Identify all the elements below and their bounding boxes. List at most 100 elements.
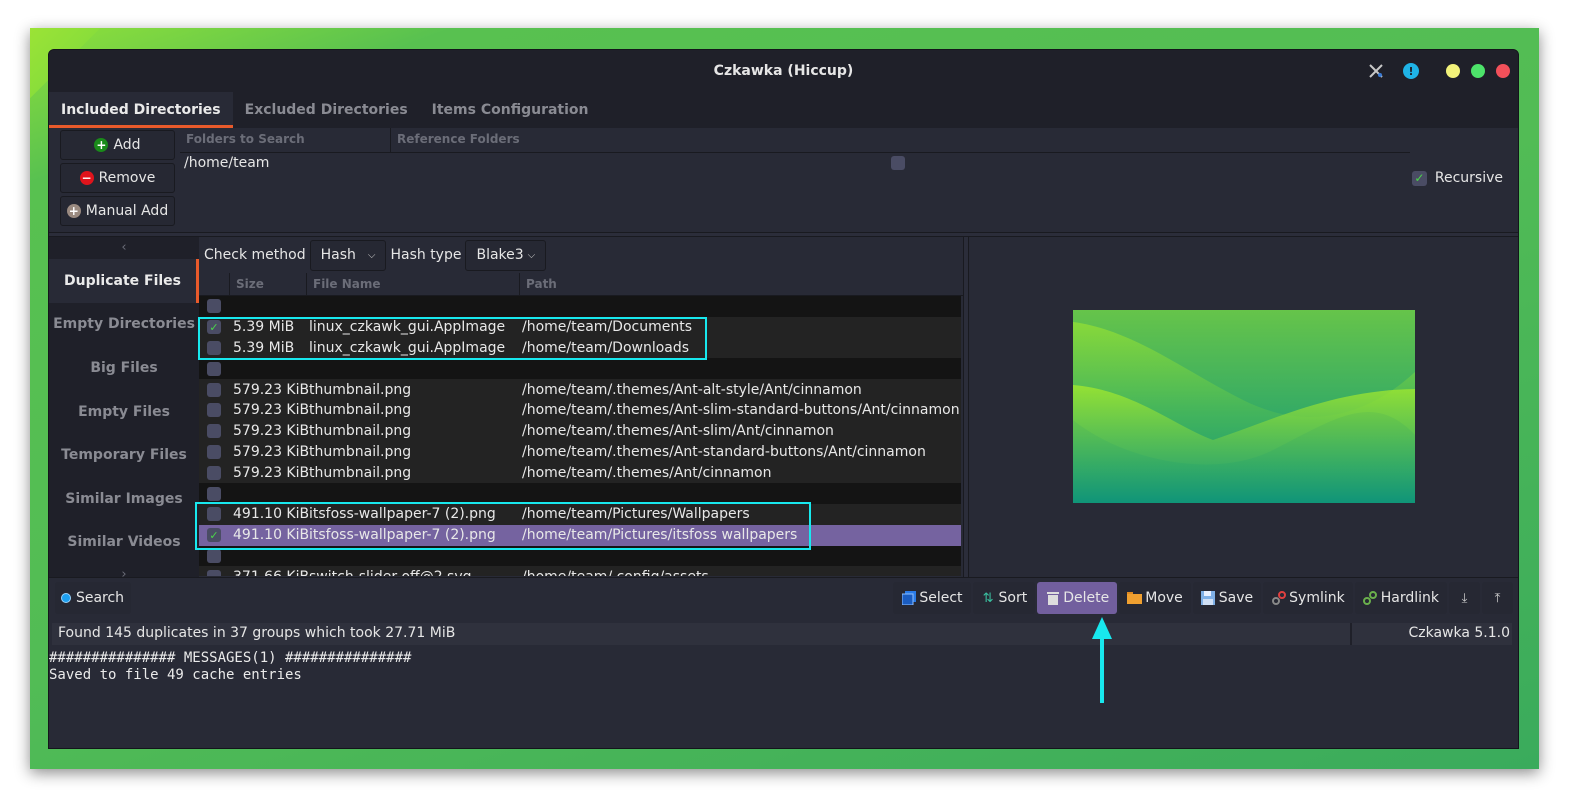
column-select[interactable] (199, 273, 229, 295)
recursive-label: Recursive (1434, 170, 1503, 186)
message-line: Saved to file 49 cache entries (49, 667, 302, 683)
sort-button[interactable]: ⇅ Sort (972, 582, 1036, 614)
tab-items-configuration[interactable]: Items Configuration (420, 92, 601, 128)
select-icon (901, 591, 916, 606)
show-upper-panel-button[interactable]: ⤒ (1482, 582, 1513, 614)
row-checkbox[interactable] (207, 486, 221, 501)
settings-icon[interactable] (1367, 62, 1385, 80)
manual-add-button[interactable]: + Manual Add (60, 196, 175, 226)
row-checkbox[interactable] (207, 299, 221, 314)
hash-type-label: Hash type (390, 247, 462, 263)
check-method-label: Check method (204, 247, 306, 263)
row-checkbox[interactable] (207, 444, 221, 459)
row-checkbox[interactable] (207, 424, 221, 439)
delete-button[interactable]: Delete (1037, 582, 1118, 614)
select-button[interactable]: Select (893, 582, 971, 614)
row-checkbox[interactable] (207, 569, 221, 576)
trash-icon (1045, 591, 1060, 606)
sidebar-item-similar-videos[interactable]: Similar Videos (49, 521, 199, 565)
action-bar: Search Select ⇅ Sort Delete Move Save Sy… (49, 577, 1518, 621)
sidebar-item-empty-directories[interactable]: Empty Directories (49, 303, 199, 347)
file-path: /home/team/.config/assets (522, 569, 961, 576)
hardlink-label: Hardlink (1380, 590, 1439, 606)
reference-folder-checkbox[interactable] (891, 156, 905, 170)
sidebar-item-temporary-files[interactable]: Temporary Files (49, 433, 199, 477)
table-row[interactable]: 579.23 KiB thumbnail.png/home/team/.theme… (199, 441, 961, 463)
results-list[interactable]: ✓ 5.39 MiB linux_czkawk_gui.AppImage/home/… (199, 296, 961, 576)
table-row[interactable]: 579.23 KiB thumbnail.png/home/team/.theme… (199, 379, 961, 400)
row-checkbox[interactable] (207, 548, 221, 563)
table-row[interactable]: 579.23 KiB thumbnail.png/home/team/.theme… (199, 462, 961, 484)
symlink-button[interactable]: Symlink (1263, 582, 1353, 614)
sidebar-item-similar-images[interactable]: Similar Images (49, 477, 199, 521)
table-row[interactable]: 5.39 MiB linux_czkawk_gui.AppImage/home/t… (199, 337, 961, 359)
table-row[interactable]: 579.23 KiB thumbnail.png/home/team/.theme… (199, 399, 961, 421)
table-row[interactable]: ✓ 5.39 MiB linux_czkawk_gui.AppImage/home/… (199, 316, 961, 338)
table-row[interactable]: 371.66 KiBswitch-slider-off@2.svg/home/t… (199, 566, 961, 576)
maximize-button[interactable] (1471, 64, 1485, 78)
column-path[interactable]: Path (519, 273, 963, 295)
row-checkbox[interactable] (207, 361, 221, 376)
annotation-arrow (1092, 617, 1112, 703)
file-path: /home/team/.themes/Ant-slim/Ant/cinnamon (522, 423, 834, 440)
group-header-row[interactable] (199, 296, 961, 317)
minus-icon: − (79, 171, 94, 185)
file-path: /home/team/.themes/Ant-standard-buttons/… (522, 443, 926, 460)
file-size: 371.66 KiB (233, 569, 309, 576)
group-header-row[interactable] (199, 358, 961, 380)
search-button[interactable]: Search (55, 582, 131, 614)
add-directory-button[interactable]: + Add (60, 130, 175, 160)
hash-type-dropdown[interactable]: Blake3 ⌵ (465, 239, 547, 271)
file-name: thumbnail.png (309, 381, 412, 398)
folder-row[interactable]: /home/team (180, 153, 1410, 175)
file-name: linux_czkawk_gui.AppImage (309, 319, 506, 336)
close-button[interactable] (1496, 64, 1510, 78)
results-header: Size File Name Path (199, 273, 963, 296)
chevron-left-icon[interactable]: ‹ (49, 237, 199, 259)
file-size: 579.23 KiB (233, 402, 310, 419)
hide-bottom-panel-button[interactable]: ⤓ (1449, 582, 1480, 614)
tab-included-directories[interactable]: Included Directories (49, 92, 233, 128)
sidebar-item-big-files[interactable]: Big Files (49, 346, 199, 390)
column-file-name[interactable]: File Name (306, 273, 519, 295)
table-row[interactable]: 491.10 KiB itsfoss-wallpaper-7 (2).png/ho… (199, 503, 961, 525)
minimize-button[interactable] (1446, 64, 1460, 78)
plus-icon: + (94, 138, 109, 152)
row-checkbox[interactable]: ✓ (207, 528, 221, 543)
image-preview (1073, 310, 1415, 503)
tab-excluded-directories[interactable]: Excluded Directories (233, 92, 420, 128)
remove-directory-button[interactable]: − Remove (60, 163, 175, 193)
sort-label: Sort (998, 590, 1028, 606)
table-row[interactable]: ✓ 491.10 KiB itsfoss-wallpaper-7 (2).png/h… (199, 524, 961, 546)
row-checkbox[interactable] (207, 403, 221, 418)
chevron-down-icon: ⌵ (367, 249, 376, 261)
sort-icon: ⇅ (982, 590, 994, 606)
save-button[interactable]: Save (1192, 582, 1262, 614)
column-size[interactable]: Size (229, 273, 306, 295)
manual-add-label: Manual Add (85, 203, 169, 219)
file-path: /home/team/.themes/Ant-alt-style/Ant/cin… (522, 381, 862, 398)
messages-log[interactable]: ############### MESSAGES(1) ############… (49, 647, 1518, 748)
move-button[interactable]: Move (1119, 582, 1191, 614)
collapse-bottom-icon: ⤓ (1461, 590, 1468, 606)
expand-up-icon: ⤒ (1494, 590, 1501, 606)
recursive-checkbox[interactable]: ✓ Recursive (1411, 170, 1503, 186)
group-header-row[interactable] (199, 483, 961, 504)
hardlink-button[interactable]: Hardlink (1354, 582, 1447, 614)
sidebar-item-duplicate-files[interactable]: Duplicate Files (49, 259, 199, 303)
version-label: Czkawka 5.1.0 (1408, 625, 1510, 641)
file-name: thumbnail.png (309, 443, 412, 460)
row-checkbox[interactable] (207, 382, 221, 397)
table-row[interactable]: 579.23 KiB thumbnail.png/home/team/.theme… (199, 420, 961, 442)
row-checkbox[interactable] (207, 340, 221, 355)
file-name: thumbnail.png (309, 464, 412, 481)
row-checkbox[interactable] (207, 507, 221, 522)
group-header-row[interactable] (199, 545, 961, 567)
column-folders-to-search[interactable]: Folders to Search (180, 128, 391, 152)
row-checkbox[interactable]: ✓ (207, 320, 221, 335)
row-checkbox[interactable] (207, 465, 221, 480)
sidebar-item-empty-files[interactable]: Empty Files (49, 390, 199, 434)
check-method-dropdown[interactable]: Hash ⌵ (309, 239, 387, 271)
column-reference-folders[interactable]: Reference Folders (391, 128, 1381, 152)
about-icon[interactable]: ! (1403, 63, 1419, 79)
